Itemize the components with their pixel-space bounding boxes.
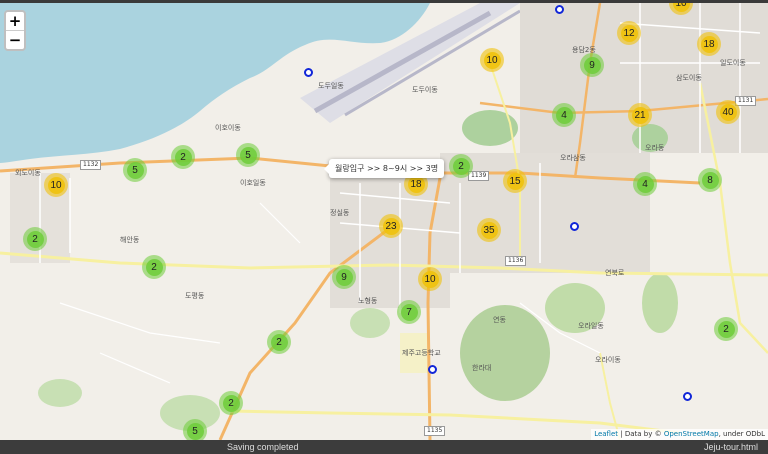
road-number: 1131 bbox=[735, 96, 757, 106]
zoom-out-button[interactable]: − bbox=[6, 30, 24, 49]
marker-cluster[interactable]: 7 bbox=[397, 300, 421, 324]
osm-link[interactable]: OpenStreetMap bbox=[664, 430, 719, 438]
place-label: 노형동 bbox=[358, 297, 378, 305]
status-bar: Saving completed Jeju-tour.html bbox=[0, 440, 768, 454]
place-label: 오라삼동 bbox=[560, 154, 586, 162]
marker-cluster[interactable]: 5 bbox=[123, 158, 147, 182]
marker-cluster[interactable]: 2 bbox=[23, 227, 47, 251]
place-label: 일도이동 bbox=[720, 59, 746, 67]
location-marker[interactable] bbox=[683, 392, 692, 401]
map-attribution: Leaflet | Data by © OpenStreetMap, under… bbox=[591, 429, 768, 440]
road-number: 1136 bbox=[505, 256, 527, 266]
place-label: 정실동 bbox=[330, 209, 350, 217]
zoom-control: + − bbox=[4, 10, 26, 51]
place-label: 해안동 bbox=[120, 236, 140, 244]
marker-cluster[interactable]: 4 bbox=[552, 103, 576, 127]
marker-cluster[interactable]: 35 bbox=[477, 218, 501, 242]
attribution-text: | Data by © bbox=[618, 430, 664, 438]
status-filename: Jeju-tour.html bbox=[703, 442, 758, 452]
zoom-in-button[interactable]: + bbox=[6, 12, 24, 30]
place-label: 제주고등학교 bbox=[402, 349, 441, 357]
place-label: 도두일동 bbox=[318, 82, 344, 90]
marker-cluster[interactable]: 4 bbox=[633, 172, 657, 196]
marker-cluster[interactable]: 5 bbox=[183, 419, 207, 440]
marker-cluster[interactable]: 10 bbox=[418, 267, 442, 291]
place-label: 이호이동 bbox=[215, 124, 241, 132]
marker-cluster[interactable]: 8 bbox=[698, 168, 722, 192]
marker-cluster[interactable]: 2 bbox=[449, 154, 473, 178]
marker-cluster[interactable]: 2 bbox=[171, 145, 195, 169]
place-label: 한라대 bbox=[472, 364, 492, 372]
location-marker[interactable] bbox=[570, 222, 579, 231]
road-number: 1139 bbox=[468, 171, 490, 181]
marker-cluster[interactable]: 9 bbox=[580, 53, 604, 77]
place-label: 연북로 bbox=[605, 269, 625, 277]
status-message: Saving completed bbox=[227, 442, 299, 452]
place-label: 연동 bbox=[493, 316, 506, 324]
place-label: 외도이동 bbox=[15, 169, 41, 177]
marker-cluster[interactable]: 18 bbox=[697, 32, 721, 56]
road-number: 1132 bbox=[80, 160, 102, 170]
marker-cluster[interactable]: 5 bbox=[236, 143, 260, 167]
marker-cluster[interactable]: 21 bbox=[628, 103, 652, 127]
marker-cluster[interactable]: 2 bbox=[142, 255, 166, 279]
marker-cluster[interactable]: 2 bbox=[267, 330, 291, 354]
marker-cluster[interactable]: 12 bbox=[617, 21, 641, 45]
place-label: 도두이동 bbox=[412, 86, 438, 94]
marker-cluster[interactable]: 40 bbox=[716, 100, 740, 124]
map-view[interactable]: 도두일동 도두이동 이호이동 이호일동 외도이동 오라삼동 오라이동 도평동 연… bbox=[0, 3, 768, 440]
place-label: 삼도이동 bbox=[676, 74, 702, 82]
marker-cluster[interactable]: 10 bbox=[44, 173, 68, 197]
place-label: 오라일동 bbox=[578, 322, 604, 330]
marker-cluster[interactable]: 23 bbox=[379, 214, 403, 238]
place-label: 이호일동 bbox=[240, 179, 266, 187]
marker-cluster[interactable]: 10 bbox=[480, 48, 504, 72]
place-label: 오라동 bbox=[645, 144, 665, 152]
marker-cluster[interactable]: 2 bbox=[714, 317, 738, 341]
location-marker[interactable] bbox=[304, 68, 313, 77]
attribution-tail: , under ODbL bbox=[718, 430, 765, 438]
road-number: 1135 bbox=[424, 426, 446, 436]
location-marker[interactable] bbox=[428, 365, 437, 374]
marker-popup: 월랑입구 >> 8~9시 >> 3명 bbox=[323, 159, 445, 178]
marker-cluster[interactable]: 2 bbox=[219, 391, 243, 415]
place-label: 도평동 bbox=[185, 292, 205, 300]
marker-cluster[interactable]: 15 bbox=[503, 169, 527, 193]
place-label: 오라이동 bbox=[595, 356, 621, 364]
leaflet-link[interactable]: Leaflet bbox=[594, 430, 618, 438]
marker-cluster[interactable]: 9 bbox=[332, 265, 356, 289]
location-marker[interactable] bbox=[555, 5, 564, 14]
